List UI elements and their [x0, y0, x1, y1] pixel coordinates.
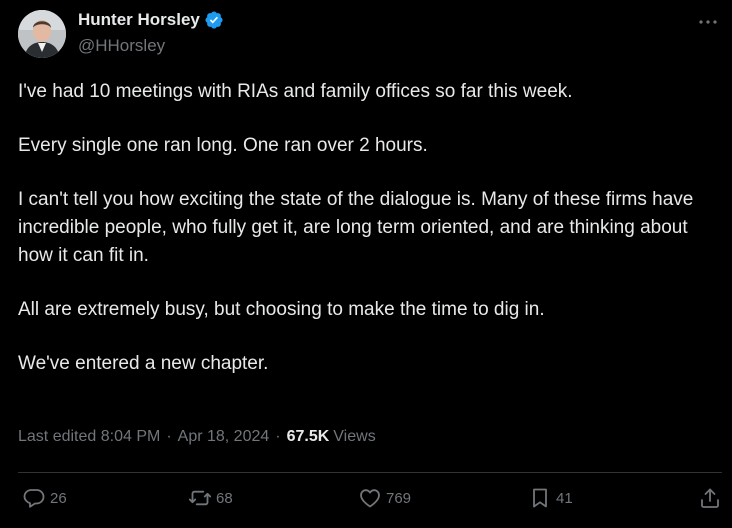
tweet-date[interactable]: Apr 18, 2024	[178, 428, 270, 446]
tweet-paragraph: All are extremely busy, but choosing to …	[18, 299, 545, 320]
reply-icon	[23, 489, 45, 508]
tweet-paragraph: Every single one ran long. One ran over …	[18, 135, 428, 156]
bookmark-icon	[533, 488, 547, 508]
avatar-image	[18, 10, 66, 58]
tweet-paragraph: I can't tell you how exciting the state …	[18, 189, 694, 266]
author-name-row: Hunter Horsley	[78, 10, 224, 30]
display-name[interactable]: Hunter Horsley	[78, 10, 200, 30]
views-label: Views	[333, 428, 376, 445]
reply-button[interactable]: 26	[22, 486, 67, 510]
like-button[interactable]: 769	[358, 486, 411, 510]
bookmark-button[interactable]: 41	[528, 486, 573, 510]
handle[interactable]: @HHorsley	[78, 36, 165, 56]
repost-icon	[188, 490, 212, 506]
edited-timestamp[interactable]: Last edited 8:04 PM	[18, 428, 160, 446]
more-icon[interactable]	[696, 10, 720, 34]
tweet-metadata: Last edited 8:04 PM · Apr 18, 2024 · 67.…	[18, 428, 376, 446]
heart-icon	[360, 489, 380, 508]
tweet-text: I've had 10 meetings with RIAs and famil…	[18, 78, 718, 404]
tweet-paragraph: We've entered a new chapter.	[18, 353, 269, 374]
share-button[interactable]	[698, 486, 722, 510]
share-icon	[701, 488, 719, 508]
tweet: Hunter Horsley @HHorsley I've had 10 mee…	[0, 0, 732, 528]
verified-badge-icon	[204, 10, 224, 30]
bookmark-count: 41	[556, 489, 573, 507]
divider	[18, 472, 722, 473]
views-count: 67.5K	[286, 428, 330, 445]
reply-count: 26	[50, 489, 67, 507]
like-count: 769	[386, 489, 412, 507]
repost-button[interactable]: 68	[188, 486, 233, 510]
avatar[interactable]	[18, 10, 66, 58]
separator: ·	[275, 428, 281, 445]
action-bar: 26 68 769 41	[18, 486, 722, 516]
repost-count: 68	[216, 489, 233, 507]
tweet-paragraph: I've had 10 meetings with RIAs and famil…	[18, 81, 573, 102]
separator: ·	[166, 428, 172, 445]
